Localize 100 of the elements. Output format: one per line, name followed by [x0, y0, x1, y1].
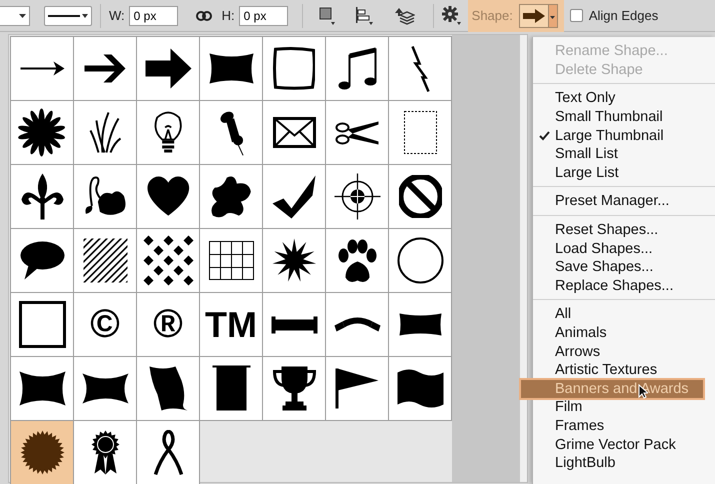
no-entry-icon — [398, 175, 442, 218]
paw-icon — [336, 238, 378, 284]
menu-item[interactable]: Animals — [533, 324, 715, 342]
lightbulb-icon — [154, 111, 182, 154]
shape-thumbnail[interactable] — [200, 37, 263, 101]
grid-icon — [208, 240, 254, 281]
menu-item[interactable]: Text Only — [533, 89, 715, 108]
shape-thumbnail[interactable] — [326, 357, 389, 421]
shape-thumbnail[interactable] — [200, 229, 263, 293]
arrow-icon — [18, 60, 66, 77]
shape-thumbnail[interactable] — [74, 421, 137, 484]
shape-thumbnail[interactable] — [263, 37, 326, 101]
shape-thumbnail[interactable] — [137, 229, 200, 293]
shape-thumbnail[interactable] — [389, 165, 452, 229]
width-field[interactable]: 0 px — [128, 6, 178, 26]
shape-thumbnail[interactable] — [263, 165, 326, 229]
wavy-sign-icon — [148, 365, 188, 412]
shape-thumbnail[interactable] — [389, 357, 452, 421]
settings-icon[interactable] — [442, 6, 462, 25]
heart-icon — [146, 175, 190, 218]
flag-icon — [396, 368, 444, 409]
checkmark-icon — [271, 174, 317, 220]
menu-item[interactable]: Reset Shapes... — [533, 220, 715, 240]
shape-thumbnail[interactable]: © — [74, 293, 137, 357]
shape-thumbnail[interactable] — [263, 357, 326, 421]
shape-thumbnail[interactable] — [11, 357, 74, 421]
banner-icon — [18, 370, 66, 407]
shape-thumbnail[interactable] — [11, 37, 74, 101]
shape-thumbnail[interactable] — [263, 101, 326, 165]
shape-thumbnail[interactable] — [389, 101, 452, 165]
shape-thumbnail[interactable] — [74, 357, 137, 421]
shape-thumbnail[interactable] — [74, 101, 137, 165]
shape-thumbnail[interactable] — [263, 229, 326, 293]
shape-thumbnail[interactable] — [326, 293, 389, 357]
checkbox[interactable] — [570, 9, 583, 22]
shape-thumbnail[interactable] — [326, 37, 389, 101]
menu-item[interactable]: Grime Vector Pack — [533, 435, 715, 454]
menu-item[interactable]: Large Thumbnail — [533, 126, 715, 145]
stroke-style-dropdown[interactable] — [44, 6, 92, 26]
shape-thumbnail[interactable] — [389, 37, 452, 101]
shape-thumbnail[interactable] — [200, 165, 263, 229]
seal-icon — [18, 429, 66, 476]
shape-thumbnail[interactable] — [389, 293, 452, 357]
bowtie-banner-icon — [80, 372, 130, 405]
shape-thumbnail[interactable] — [11, 229, 74, 293]
shape-swatch-button[interactable] — [518, 4, 549, 28]
height-label: H: — [222, 8, 235, 23]
menu-item[interactable]: Small Thumbnail — [533, 108, 715, 126]
trophy-icon — [272, 365, 316, 412]
menu-item[interactable]: Load Shapes... — [533, 239, 715, 258]
dropdown[interactable] — [0, 6, 30, 26]
menu-item[interactable]: Film — [533, 398, 715, 417]
awareness-ribbon-icon — [154, 430, 182, 476]
shape-thumbnail[interactable] — [137, 165, 200, 229]
layers-icon[interactable] — [392, 6, 415, 24]
shape-thumbnail[interactable] — [74, 165, 137, 229]
shape-thumbnail[interactable] — [137, 37, 200, 101]
shape-thumbnail[interactable] — [326, 165, 389, 229]
menu-item[interactable]: Small List — [533, 144, 715, 164]
square-icon[interactable] — [318, 6, 335, 24]
shape-thumbnail[interactable] — [11, 293, 74, 357]
ribbon-banner-icon — [332, 316, 382, 333]
shape-thumbnail[interactable] — [74, 37, 137, 101]
shape-thumbnail[interactable] — [74, 229, 137, 293]
shape-thumbnail[interactable]: TM — [200, 293, 263, 357]
shape-thumbnail[interactable] — [200, 357, 263, 421]
shape-thumbnail[interactable] — [137, 101, 200, 165]
shape-thumbnail[interactable] — [137, 421, 200, 484]
menu-item[interactable]: Frames — [533, 416, 715, 436]
align-icon[interactable] — [354, 6, 373, 24]
shape-thumbnail[interactable] — [389, 229, 452, 293]
shape-thumbnail[interactable] — [11, 165, 74, 229]
menu-item[interactable]: Replace Shapes... — [533, 276, 715, 296]
shape-thumbnail[interactable] — [200, 101, 263, 165]
scissors-icon — [334, 120, 380, 146]
menu-item[interactable]: Save Shapes... — [533, 258, 715, 277]
menu-item[interactable]: LightBulb — [533, 454, 715, 472]
menu-item[interactable]: All — [533, 305, 715, 324]
caret-icon — [82, 14, 88, 18]
arrow-icon — [522, 8, 545, 22]
height-field[interactable]: 0 px — [238, 6, 288, 26]
link-icon[interactable] — [196, 10, 212, 20]
menu-item[interactable]: Large List — [533, 164, 715, 182]
menu-item[interactable]: Artistic Textures — [533, 360, 715, 380]
shape-thumbnail[interactable] — [11, 101, 74, 165]
arrow-icon — [144, 47, 192, 90]
diamond-pattern-icon — [142, 234, 194, 287]
shape-thumbnail[interactable] — [11, 421, 74, 484]
caret-icon — [550, 16, 556, 18]
stamp-icon — [402, 110, 438, 155]
shape-thumbnail[interactable] — [326, 229, 389, 293]
shape-thumbnail[interactable]: ® — [137, 293, 200, 357]
caret-icon — [19, 14, 26, 18]
shape-thumbnail[interactable] — [263, 293, 326, 357]
shape-thumbnail[interactable] — [137, 357, 200, 421]
hanging-banner-icon — [210, 365, 252, 412]
menu-item[interactable]: Arrows — [533, 342, 715, 361]
shape-thumbnail[interactable] — [326, 101, 389, 165]
banner-icon — [208, 52, 254, 85]
menu-item[interactable]: Preset Manager... — [533, 192, 715, 211]
